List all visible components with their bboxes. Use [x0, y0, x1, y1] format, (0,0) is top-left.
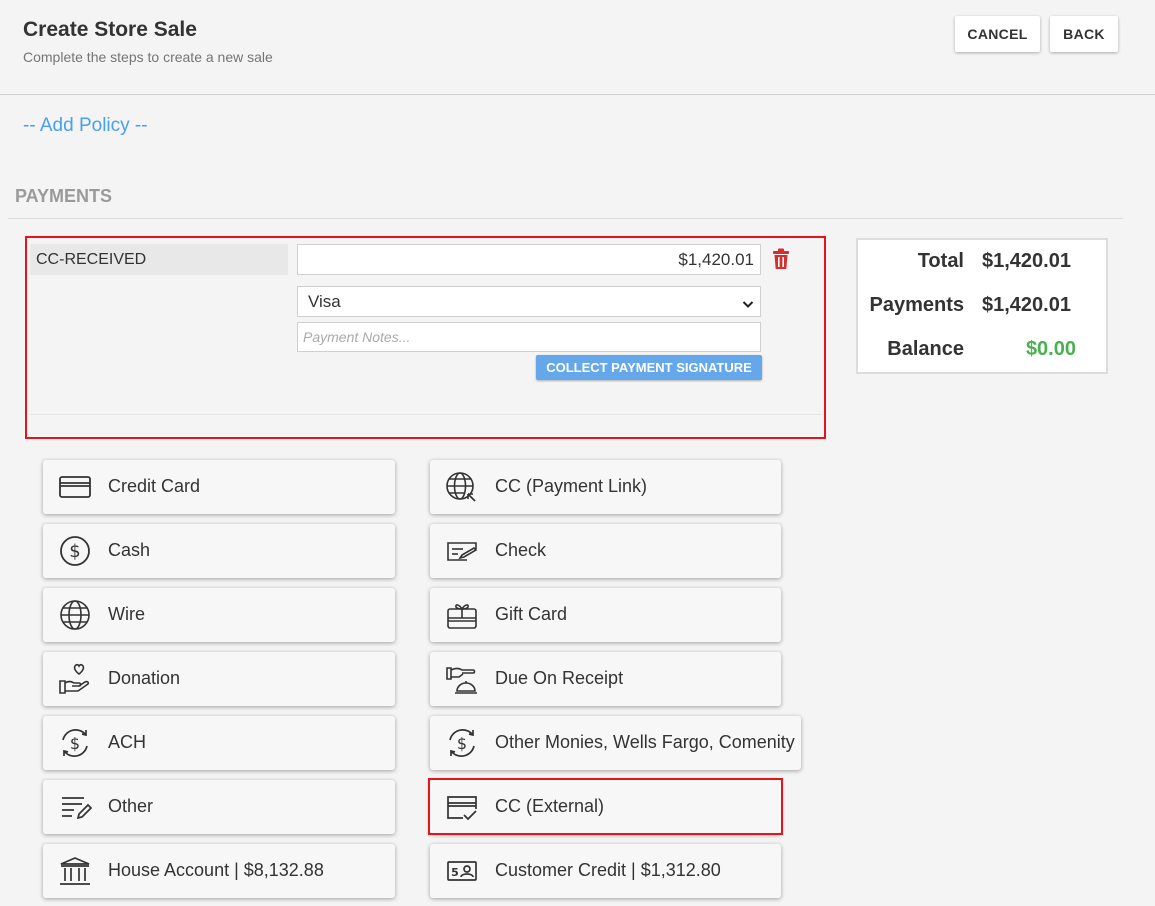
balance-value: $0.00: [1025, 338, 1076, 360]
payment-method-label: House Account | $8,132.88: [108, 860, 324, 880]
payment-method-label: Customer Credit | $1,312.80: [495, 860, 721, 880]
payment-method-ach[interactable]: $ ACH: [43, 716, 395, 770]
total-label: Total: [917, 250, 964, 272]
payments-value: $1,420.01: [982, 294, 1071, 316]
payment-type-label: CC-RECEIVED: [30, 244, 288, 275]
payment-method-customer-credit[interactable]: 5 Customer Credit | $1,312.80: [430, 844, 781, 898]
dollar-circle-icon: $: [58, 535, 92, 567]
payment-method-cc-payment-link[interactable]: CC (Payment Link): [430, 460, 781, 514]
payment-method-label: ACH: [108, 732, 147, 752]
payments-label: Payments: [869, 294, 965, 316]
payment-method-label: Donation: [108, 668, 181, 688]
cancel-button[interactable]: CANCEL: [955, 16, 1040, 52]
payment-method-wire[interactable]: Wire: [43, 588, 395, 642]
payment-method-donation[interactable]: Donation: [43, 652, 395, 706]
payments-section-title: PAYMENTS: [15, 186, 113, 206]
payment-method-gift-card[interactable]: Gift Card: [430, 588, 781, 642]
collect-signature-button[interactable]: COLLECT PAYMENT SIGNATURE: [536, 355, 762, 380]
payment-method-check[interactable]: Check: [430, 524, 781, 578]
hand-bell-icon: [445, 663, 479, 695]
payment-method-other-monies[interactable]: $ Other Monies, Wells Fargo, Comenity: [430, 716, 801, 770]
payment-method-cash[interactable]: $ Cash: [43, 524, 395, 578]
total-value: $1,420.01: [982, 250, 1071, 272]
payment-entry-panel: CC-RECEIVED Visa COLLECT PAYMENT SIGNATU…: [25, 236, 826, 439]
bank-icon: [58, 855, 92, 887]
add-policy-link[interactable]: -- Add Policy --: [23, 115, 148, 137]
donation-hand-icon: [58, 663, 92, 695]
gift-card-icon: [445, 599, 479, 631]
header-divider: [0, 94, 1155, 95]
payment-amount-input[interactable]: [297, 244, 761, 275]
trash-icon[interactable]: [771, 248, 791, 270]
svg-text:$: $: [457, 734, 467, 753]
payment-method-label: Gift Card: [495, 604, 568, 624]
dollar-refresh-icon: $: [445, 727, 479, 759]
svg-text:$: $: [69, 541, 80, 562]
payment-method-label: Other: [108, 796, 154, 816]
payment-method-label: Cash: [108, 540, 151, 560]
svg-text:$: $: [70, 734, 80, 753]
page-subtitle: Complete the steps to create a new sale: [23, 49, 273, 65]
payment-method-label: Credit Card: [108, 476, 201, 496]
globe-link-icon: [445, 471, 479, 503]
page-title: Create Store Sale: [23, 18, 197, 41]
cc-external-highlight: [428, 778, 783, 835]
totals-panel: Total $1,420.01 Payments $1,420.01 Balan…: [856, 238, 1108, 374]
id-card-icon: 5: [445, 855, 479, 887]
dollar-refresh-icon: $: [58, 727, 92, 759]
svg-text:5: 5: [451, 866, 459, 879]
payment-method-label: CC (Payment Link): [495, 476, 648, 496]
card-type-value: Visa: [308, 292, 341, 311]
credit-card-icon: [58, 471, 92, 503]
payment-method-label: Due On Receipt: [495, 668, 624, 688]
card-type-select[interactable]: Visa: [297, 286, 761, 317]
payment-method-credit-card[interactable]: Credit Card: [43, 460, 395, 514]
payment-method-due-on-receipt[interactable]: Due On Receipt: [430, 652, 781, 706]
check-icon: [445, 535, 479, 567]
balance-label: Balance: [887, 338, 964, 360]
payment-method-label: Other Monies, Wells Fargo, Comenity: [495, 732, 795, 752]
payment-method-house-account[interactable]: House Account | $8,132.88: [43, 844, 395, 898]
payment-notes-input[interactable]: [297, 322, 761, 352]
list-pencil-icon: [58, 791, 93, 823]
back-button[interactable]: BACK: [1050, 16, 1118, 52]
section-divider: [8, 218, 1123, 219]
payment-method-other[interactable]: Other: [43, 780, 395, 834]
panel-divider: [30, 414, 822, 415]
payment-method-label: Check: [495, 540, 547, 560]
payment-method-label: Wire: [108, 604, 145, 624]
globe-icon: [58, 599, 92, 631]
chevron-down-icon: [742, 295, 754, 308]
